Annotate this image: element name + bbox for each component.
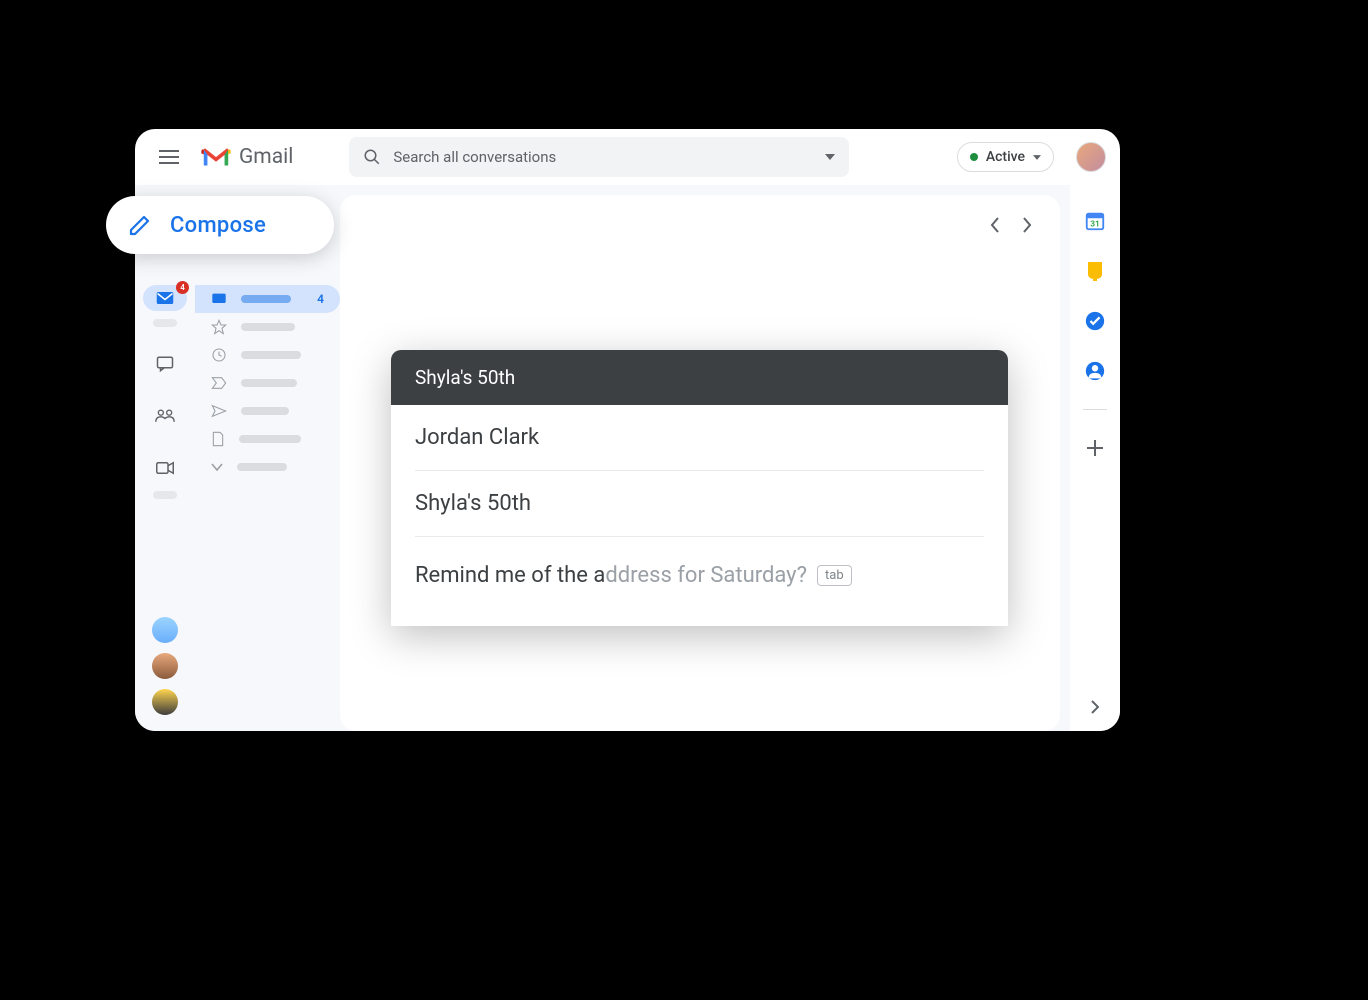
side-divider bbox=[1083, 409, 1107, 410]
nav-starred[interactable] bbox=[195, 313, 340, 341]
search-icon bbox=[363, 148, 381, 166]
rail-mail[interactable]: 4 bbox=[143, 285, 187, 311]
compose-subject-field[interactable]: Shyla's 50th bbox=[415, 471, 984, 537]
compose-to-field[interactable]: Jordan Clark bbox=[415, 405, 984, 471]
side-calendar[interactable]: 31 bbox=[1083, 209, 1107, 233]
status-label: Active bbox=[986, 149, 1025, 165]
compose-button[interactable]: Compose bbox=[106, 196, 334, 254]
mail-badge: 4 bbox=[176, 281, 189, 294]
compose-to-value: Jordan Clark bbox=[415, 425, 539, 450]
nav-inbox[interactable]: 4 bbox=[195, 285, 340, 313]
side-collapse[interactable] bbox=[1083, 695, 1107, 719]
status-chip[interactable]: Active bbox=[957, 142, 1054, 172]
folder-nav: 4 bbox=[195, 185, 340, 731]
tab-hint-chip: tab bbox=[817, 565, 852, 586]
compose-label: Compose bbox=[170, 213, 266, 238]
important-icon bbox=[211, 376, 227, 390]
rail-contact-avatar[interactable] bbox=[152, 653, 178, 679]
gmail-logo-wrap[interactable]: Gmail bbox=[201, 145, 293, 169]
keep-icon bbox=[1085, 260, 1105, 282]
rail-label-skeleton bbox=[153, 319, 177, 327]
caret-down-icon bbox=[825, 154, 835, 160]
app-rail: 4 bbox=[135, 185, 195, 731]
chat-icon bbox=[156, 355, 174, 373]
svg-text:31: 31 bbox=[1090, 220, 1099, 230]
plus-icon bbox=[1086, 439, 1104, 457]
nav-snoozed[interactable] bbox=[195, 341, 340, 369]
compose-title-bar[interactable]: Shyla's 50th bbox=[391, 350, 1008, 405]
side-contacts[interactable] bbox=[1083, 359, 1107, 383]
side-addons[interactable] bbox=[1083, 436, 1107, 460]
search-bar[interactable]: Search all conversations bbox=[349, 137, 849, 177]
nav-label-skeleton bbox=[237, 463, 287, 471]
search-placeholder: Search all conversations bbox=[393, 148, 825, 166]
star-icon bbox=[211, 319, 227, 335]
chevron-left-icon[interactable] bbox=[990, 217, 1000, 233]
video-icon bbox=[156, 461, 174, 475]
tasks-icon bbox=[1084, 310, 1106, 332]
chevron-right-icon[interactable] bbox=[1022, 217, 1032, 233]
chevron-right-icon bbox=[1091, 700, 1099, 714]
compose-typed-text: Remind me of the a bbox=[415, 563, 605, 588]
rail-contact-avatar[interactable] bbox=[152, 689, 178, 715]
calendar-icon: 31 bbox=[1084, 210, 1106, 232]
mail-icon bbox=[156, 291, 174, 305]
compose-title: Shyla's 50th bbox=[415, 366, 515, 389]
side-panel: 31 bbox=[1070, 185, 1120, 731]
gmail-logo-icon bbox=[201, 146, 231, 168]
caret-down-icon bbox=[1033, 155, 1041, 160]
pager bbox=[990, 217, 1032, 233]
nav-label-skeleton bbox=[239, 435, 301, 443]
contacts-icon bbox=[1084, 360, 1106, 382]
rail-meet[interactable] bbox=[150, 453, 180, 483]
nav-important[interactable] bbox=[195, 369, 340, 397]
rail-label-skeleton bbox=[153, 491, 177, 499]
compose-suggested-text: ddress for Saturday? bbox=[605, 563, 807, 588]
nav-label-skeleton bbox=[241, 407, 289, 415]
side-keep[interactable] bbox=[1083, 259, 1107, 283]
people-icon bbox=[155, 409, 175, 423]
compose-body: Jordan Clark Shyla's 50th Remind me of t… bbox=[391, 405, 1008, 626]
side-tasks[interactable] bbox=[1083, 309, 1107, 333]
main-menu-button[interactable] bbox=[149, 137, 189, 177]
chevron-down-icon bbox=[211, 463, 223, 471]
nav-sent[interactable] bbox=[195, 397, 340, 425]
nav-label-skeleton bbox=[241, 351, 301, 359]
hamburger-icon bbox=[159, 150, 179, 164]
inbox-icon bbox=[211, 292, 227, 306]
pencil-icon bbox=[128, 213, 152, 237]
rail-chat[interactable] bbox=[150, 349, 180, 379]
send-icon bbox=[211, 404, 227, 418]
nav-drafts[interactable] bbox=[195, 425, 340, 453]
status-dot-icon bbox=[970, 153, 978, 161]
inbox-count: 4 bbox=[317, 292, 324, 306]
nav-label-skeleton bbox=[241, 379, 297, 387]
header-bar: Gmail Search all conversations Active bbox=[135, 129, 1120, 185]
nav-label-skeleton bbox=[241, 323, 295, 331]
rail-contact-avatar[interactable] bbox=[152, 617, 178, 643]
rail-spaces[interactable] bbox=[150, 401, 180, 431]
compose-subject-value: Shyla's 50th bbox=[415, 491, 531, 516]
compose-content-field[interactable]: Remind me of the address for Saturday? t… bbox=[415, 537, 984, 626]
rail-avatars bbox=[152, 617, 178, 715]
clock-icon bbox=[211, 347, 227, 363]
nav-label-skeleton bbox=[241, 295, 291, 303]
draft-icon bbox=[211, 431, 225, 447]
brand-text: Gmail bbox=[239, 145, 293, 169]
compose-window: Shyla's 50th Jordan Clark Shyla's 50th R… bbox=[391, 350, 1008, 626]
profile-avatar[interactable] bbox=[1076, 142, 1106, 172]
nav-more[interactable] bbox=[195, 453, 340, 481]
